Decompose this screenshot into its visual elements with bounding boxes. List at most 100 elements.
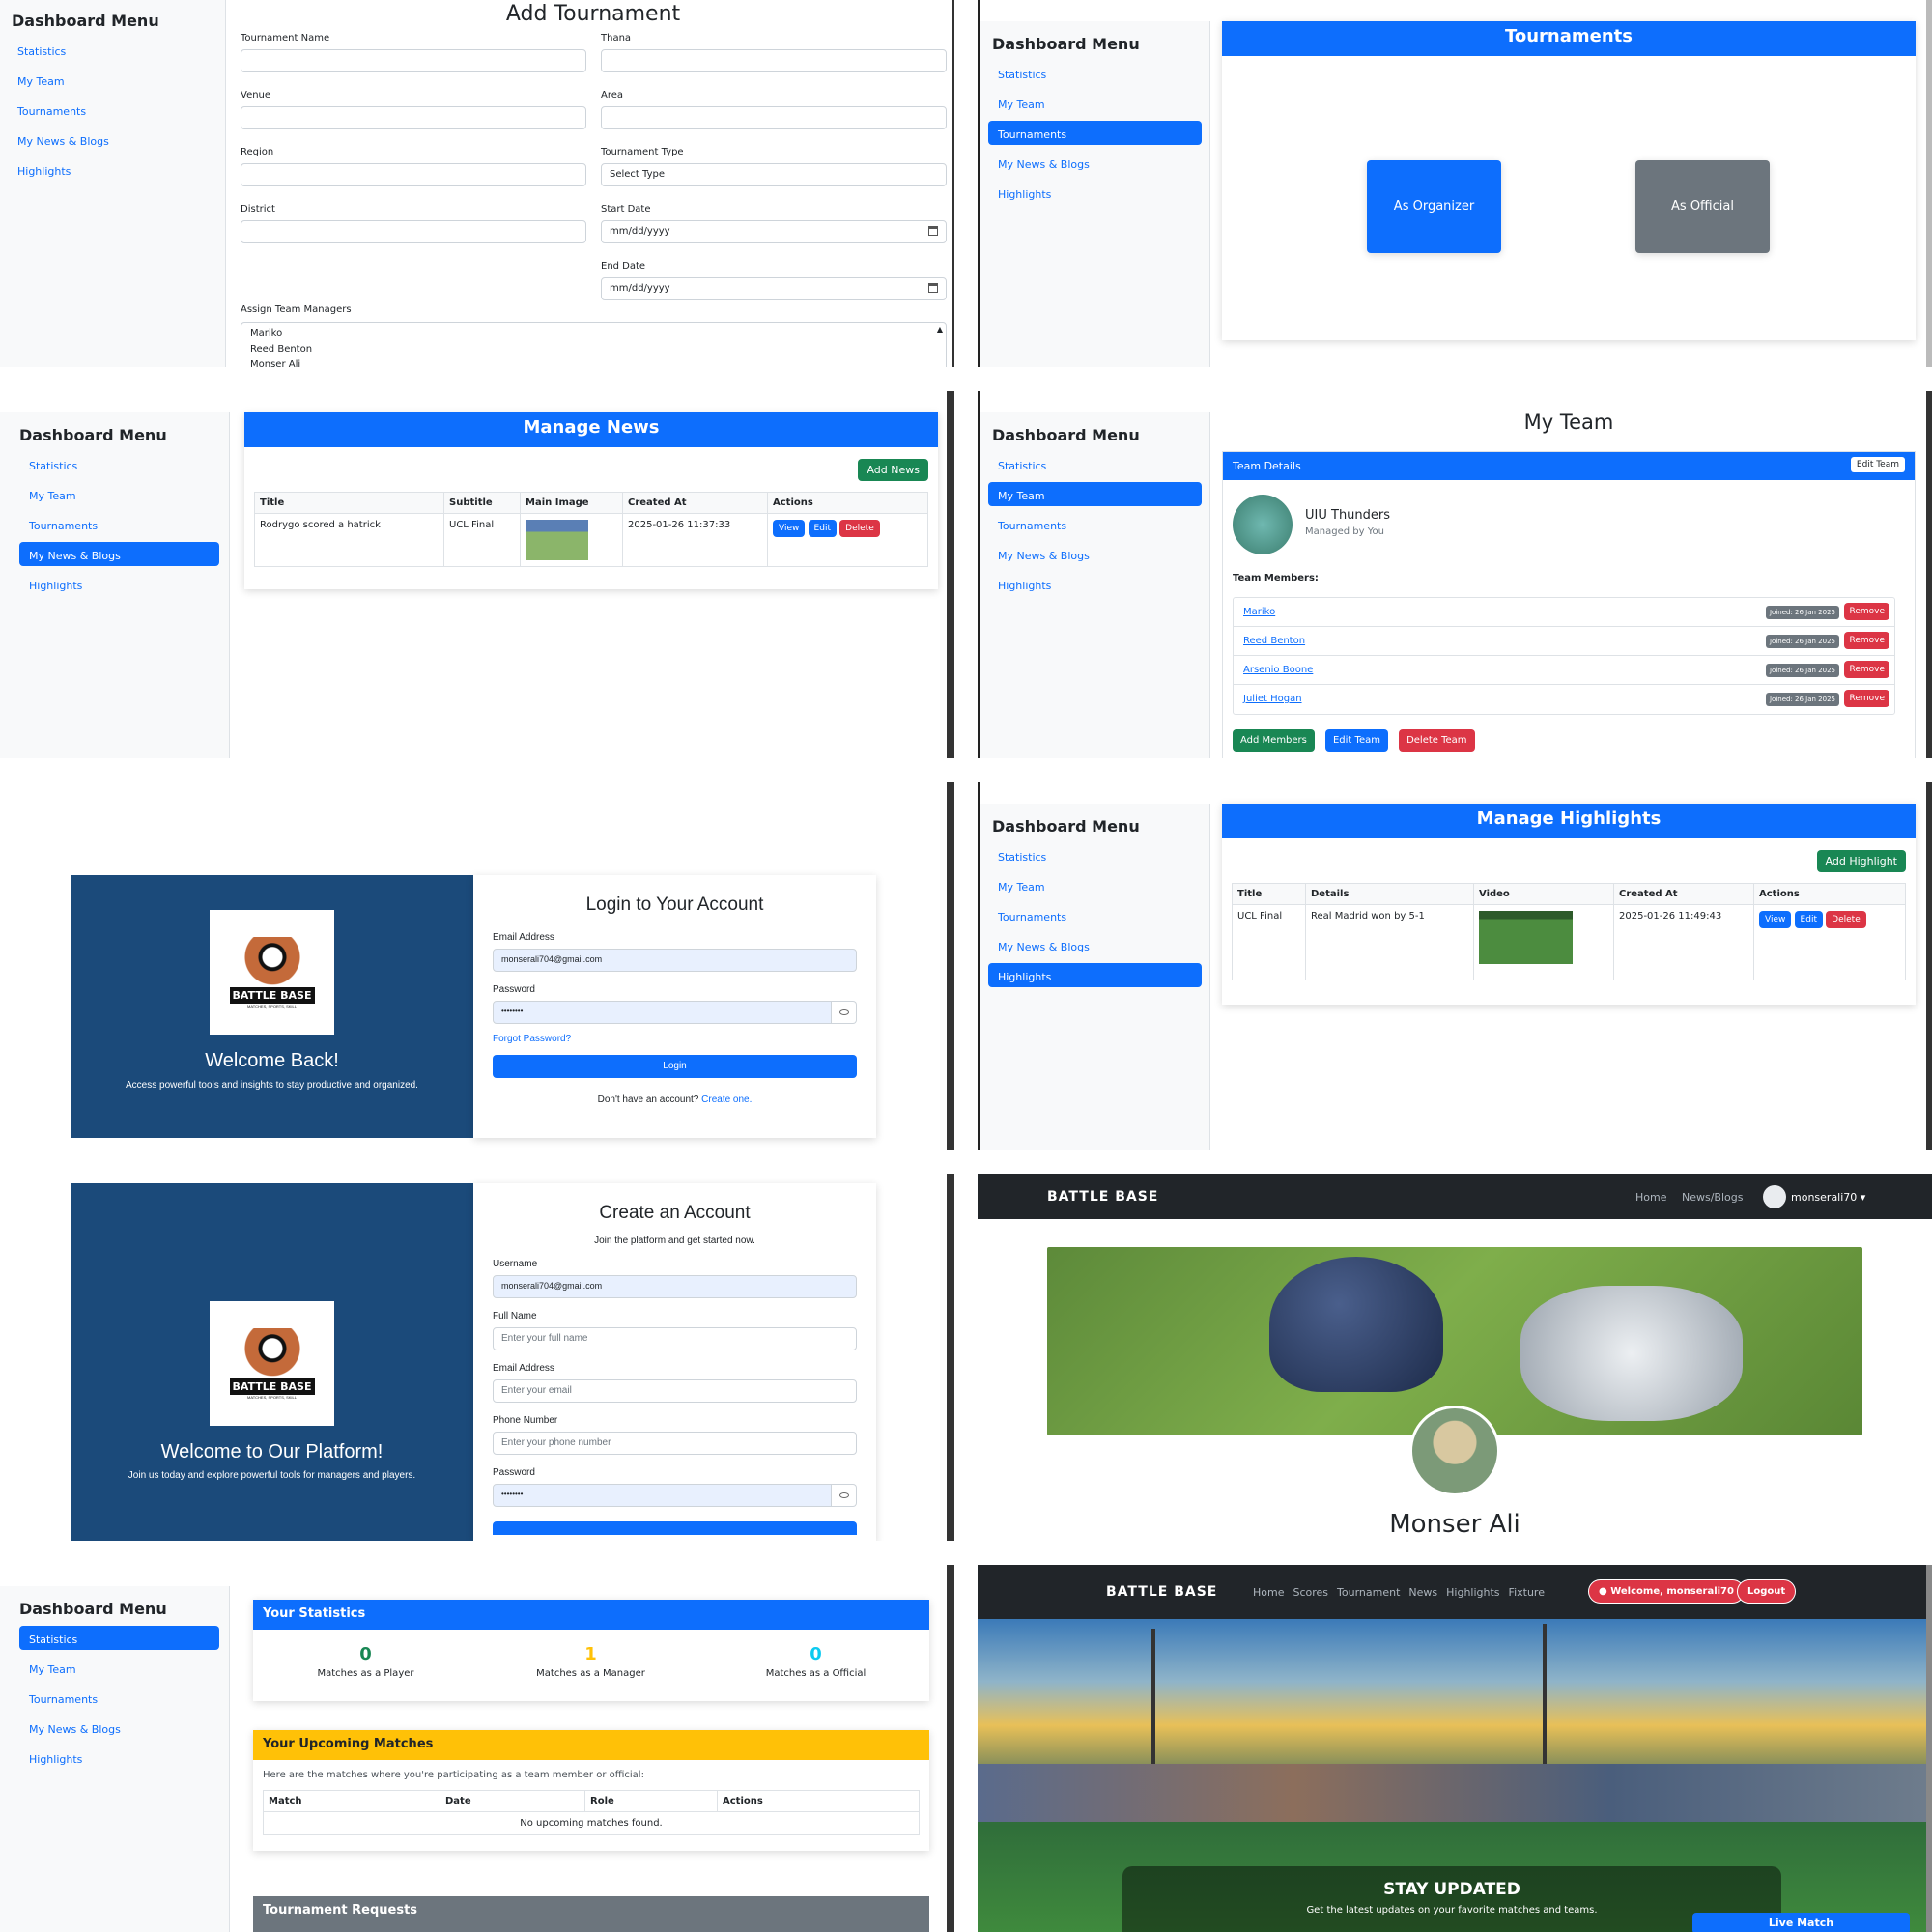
username-field[interactable]: monserali704@gmail.com xyxy=(493,1275,857,1298)
email-field[interactable]: Enter your email xyxy=(493,1379,857,1403)
login-button[interactable]: Login xyxy=(493,1055,857,1078)
remove-button[interactable]: Remove xyxy=(1844,690,1889,707)
delete-button[interactable]: Delete xyxy=(839,520,880,537)
scrollbar[interactable] xyxy=(947,1174,954,1541)
phone-field[interactable]: Enter your phone number xyxy=(493,1432,857,1455)
calendar-icon[interactable] xyxy=(928,283,938,293)
sidebar-item-tournaments[interactable]: Tournaments xyxy=(988,121,1202,145)
sidebar-item-highlights[interactable]: Highlights xyxy=(988,181,1202,205)
remove-button[interactable]: Remove xyxy=(1844,603,1889,620)
eye-icon[interactable] xyxy=(832,1001,857,1024)
add-highlight-button[interactable]: Add Highlight xyxy=(1816,850,1906,872)
sidebar-item-news[interactable]: My News & Blogs xyxy=(19,1716,219,1740)
delete-button[interactable]: Delete xyxy=(1826,911,1866,928)
password-field[interactable]: •••••••• xyxy=(493,1484,832,1507)
register-button[interactable] xyxy=(493,1521,857,1535)
sidebar-item-highlights[interactable]: Highlights xyxy=(19,1746,219,1770)
sidebar-item-statistics[interactable]: Statistics xyxy=(988,843,1202,867)
member-link[interactable]: Mariko xyxy=(1243,607,1275,617)
live-match-button[interactable]: Live Match xyxy=(1692,1913,1910,1932)
nav-home[interactable]: Home xyxy=(1635,1191,1666,1204)
edit-button[interactable]: Edit xyxy=(1794,911,1823,928)
scrollbar[interactable] xyxy=(1926,782,1932,1150)
delete-team-button[interactable]: Delete Team xyxy=(1399,729,1475,752)
add-members-button[interactable]: Add Members xyxy=(1233,729,1315,752)
member-link[interactable]: Juliet Hogan xyxy=(1243,694,1302,704)
scrollbar[interactable] xyxy=(947,1565,954,1932)
email-field[interactable]: monserali704@gmail.com xyxy=(493,949,857,972)
video-thumbnail[interactable] xyxy=(1479,911,1573,964)
password-field[interactable]: •••••••• xyxy=(493,1001,832,1024)
sidebar-item-my-team[interactable]: My Team xyxy=(8,68,217,92)
calendar-icon[interactable] xyxy=(928,226,938,236)
edit-team-header-button[interactable]: Edit Team xyxy=(1850,457,1905,472)
sidebar-item-statistics[interactable]: Statistics xyxy=(19,1626,219,1650)
user-dropdown[interactable]: monserali70 ▾ xyxy=(1791,1191,1865,1204)
brand-logo[interactable]: BATTLE BASE xyxy=(1047,1189,1158,1205)
region-input[interactable] xyxy=(241,163,586,186)
sidebar-item-news[interactable]: My News & Blogs xyxy=(988,151,1202,175)
nav-home[interactable]: Home xyxy=(1253,1586,1284,1599)
manager-option[interactable]: Mariko xyxy=(250,327,937,342)
sidebar-item-news[interactable]: My News & Blogs xyxy=(19,542,219,566)
sidebar-item-tournaments[interactable]: Tournaments xyxy=(988,903,1202,927)
nav-highlights[interactable]: Highlights xyxy=(1446,1586,1499,1599)
edit-team-button[interactable]: Edit Team xyxy=(1324,729,1388,752)
remove-button[interactable]: Remove xyxy=(1844,661,1889,678)
sidebar-item-my-team[interactable]: My Team xyxy=(988,91,1202,115)
scroll-up-icon[interactable]: ▲ xyxy=(937,323,943,338)
nav-fixture[interactable]: Fixture xyxy=(1509,1586,1545,1599)
start-date-input[interactable]: mm/dd/yyyy xyxy=(601,220,947,243)
sidebar-item-highlights[interactable]: Highlights xyxy=(19,572,219,596)
sidebar-item-statistics[interactable]: Statistics xyxy=(988,61,1202,85)
venue-input[interactable] xyxy=(241,106,586,129)
sidebar-item-tournaments[interactable]: Tournaments xyxy=(988,512,1202,536)
thana-input[interactable] xyxy=(601,49,947,72)
tournament-name-input[interactable] xyxy=(241,49,586,72)
sidebar-item-highlights[interactable]: Highlights xyxy=(8,157,217,182)
nav-news-blogs[interactable]: News/Blogs xyxy=(1682,1191,1743,1204)
sidebar-item-tournaments[interactable]: Tournaments xyxy=(19,1686,219,1710)
create-account-link[interactable]: Create one. xyxy=(701,1094,752,1105)
member-link[interactable]: Arsenio Boone xyxy=(1243,665,1313,675)
welcome-button[interactable]: ● Welcome, monserali70 xyxy=(1588,1579,1745,1604)
area-input[interactable] xyxy=(601,106,947,129)
sidebar-item-highlights[interactable]: Highlights xyxy=(988,572,1202,596)
as-official-button[interactable]: As Official xyxy=(1635,160,1770,253)
view-button[interactable]: View xyxy=(1759,911,1792,928)
nav-news[interactable]: News xyxy=(1408,1586,1437,1599)
avatar[interactable] xyxy=(1763,1185,1786,1208)
remove-button[interactable]: Remove xyxy=(1844,632,1889,649)
sidebar-item-my-team[interactable]: My Team xyxy=(988,482,1202,506)
as-organizer-button[interactable]: As Organizer xyxy=(1367,160,1501,253)
scrollbar[interactable] xyxy=(947,391,954,758)
sidebar-item-statistics[interactable]: Statistics xyxy=(19,452,219,476)
member-link[interactable]: Reed Benton xyxy=(1243,636,1305,646)
edit-button[interactable]: Edit xyxy=(808,520,837,537)
scrollbar[interactable] xyxy=(1926,391,1932,758)
sidebar-item-my-team[interactable]: My Team xyxy=(19,1656,219,1680)
sidebar-item-news[interactable]: My News & Blogs xyxy=(8,128,217,152)
manager-option[interactable]: Reed Benton xyxy=(250,342,937,357)
district-input[interactable] xyxy=(241,220,586,243)
sidebar-item-tournaments[interactable]: Tournaments xyxy=(8,98,217,122)
brand-logo[interactable]: BATTLE BASE xyxy=(1106,1584,1217,1600)
sidebar-item-highlights[interactable]: Highlights xyxy=(988,963,1202,987)
view-button[interactable]: View xyxy=(773,520,806,537)
scrollbar[interactable] xyxy=(1926,1565,1932,1932)
scrollbar[interactable] xyxy=(1926,0,1932,367)
forgot-password-link[interactable]: Forgot Password? xyxy=(493,1034,857,1044)
scrollbar[interactable] xyxy=(947,782,954,1150)
manager-option[interactable]: Monser Ali xyxy=(250,357,937,367)
nav-tournament[interactable]: Tournament xyxy=(1337,1586,1400,1599)
managers-listbox[interactable]: Mariko Reed Benton Monser Ali ▲ xyxy=(241,322,947,367)
eye-icon[interactable] xyxy=(832,1484,857,1507)
sidebar-item-statistics[interactable]: Statistics xyxy=(988,452,1202,476)
sidebar-item-my-team[interactable]: My Team xyxy=(988,873,1202,897)
sidebar-item-tournaments[interactable]: Tournaments xyxy=(19,512,219,536)
sidebar-item-news[interactable]: My News & Blogs xyxy=(988,933,1202,957)
sidebar-item-statistics[interactable]: Statistics xyxy=(8,38,217,62)
fullname-field[interactable]: Enter your full name xyxy=(493,1327,857,1350)
end-date-input[interactable]: mm/dd/yyyy xyxy=(601,277,947,300)
add-news-button[interactable]: Add News xyxy=(858,459,928,481)
